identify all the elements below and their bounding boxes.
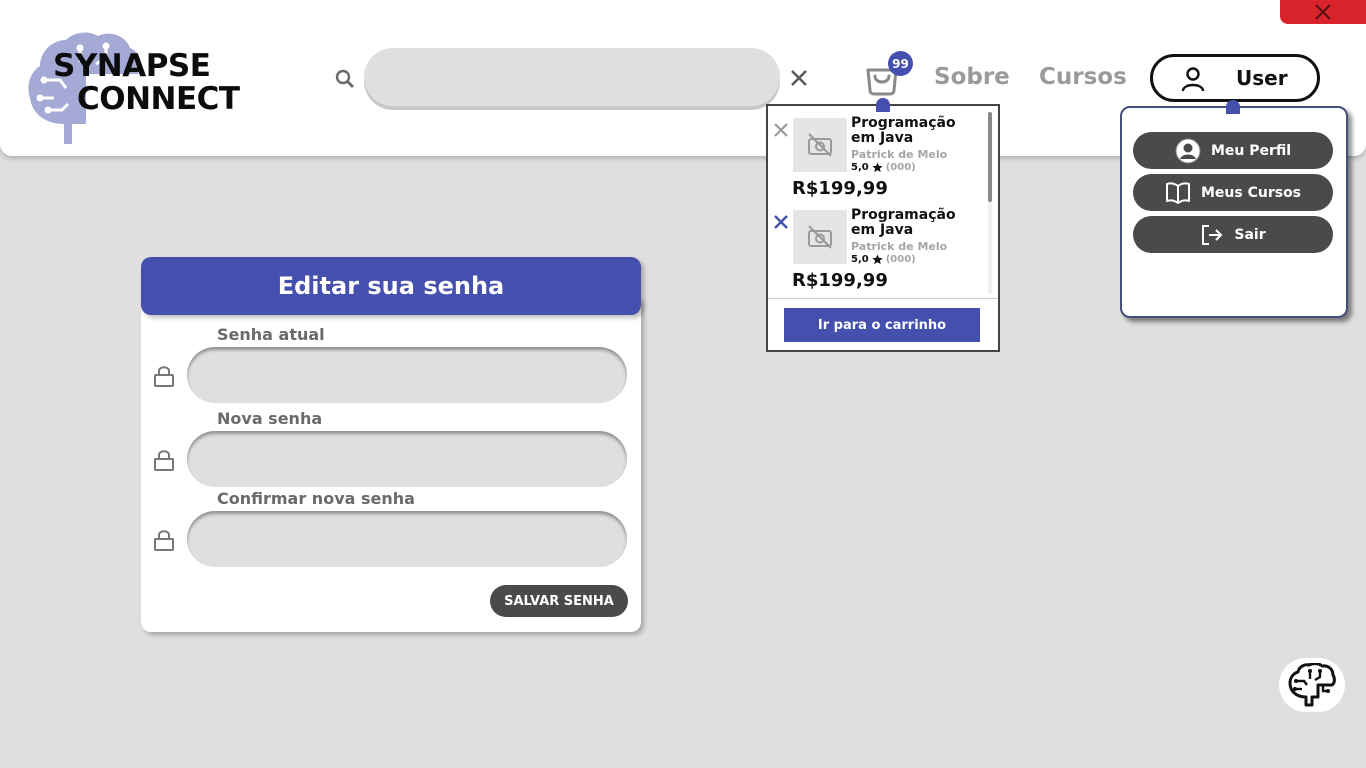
course-thumbnail[interactable]	[793, 118, 847, 172]
confirm-password-label: Confirmar nova senha	[217, 489, 415, 508]
remove-item-icon[interactable]	[773, 214, 789, 230]
brain-icon	[1288, 663, 1336, 707]
search-icon[interactable]	[334, 68, 356, 90]
nav-link-about[interactable]: Sobre	[934, 62, 1010, 92]
course-rating: 5,0 (000)	[851, 162, 916, 173]
assistant-button[interactable]	[1279, 658, 1345, 712]
logo-text-line2: CONNECT	[77, 81, 240, 117]
course-thumbnail[interactable]	[793, 210, 847, 264]
rating-value: 5,0	[851, 254, 869, 265]
my-courses-button[interactable]: Meus Cursos	[1133, 174, 1333, 211]
close-icon	[1315, 4, 1331, 20]
nav-link-courses[interactable]: Cursos	[1039, 62, 1127, 92]
save-password-button[interactable]: SALVAR SENHA	[490, 585, 628, 617]
course-author: Patrick de Melo	[851, 148, 948, 161]
new-password-input[interactable]	[187, 431, 627, 487]
new-password-label: Nova senha	[217, 409, 323, 428]
rating-count: (000)	[885, 162, 916, 173]
lock-icon	[154, 450, 174, 471]
cart-dropdown: Programação em Java Patrick de Melo 5,0 …	[766, 98, 1000, 352]
logout-label: Sair	[1234, 226, 1266, 243]
cart-item: Programação em Java Patrick de Melo 5,0 …	[768, 202, 986, 294]
course-price: R$199,99	[792, 178, 888, 199]
search-clear-icon[interactable]	[788, 67, 810, 89]
star-icon	[872, 162, 883, 173]
user-menu-button[interactable]: User	[1150, 54, 1320, 102]
book-icon	[1165, 181, 1190, 204]
course-price: R$199,99	[792, 270, 888, 291]
current-password-input[interactable]	[187, 347, 627, 403]
avatar-icon	[1175, 138, 1201, 163]
course-author: Patrick de Melo	[851, 240, 948, 253]
search-input[interactable]	[364, 48, 780, 106]
course-rating: 5,0 (000)	[851, 254, 916, 265]
logo-text-line1: SYNAPSE	[53, 48, 211, 84]
cart-item: Programação em Java Patrick de Melo 5,0 …	[768, 110, 986, 202]
cart-scrollbar-thumb[interactable]	[988, 112, 992, 202]
cart-item-list: Programação em Java Patrick de Melo 5,0 …	[768, 110, 986, 298]
my-profile-label: Meu Perfil	[1210, 142, 1292, 159]
rating-count: (000)	[885, 254, 916, 265]
confirm-password-input[interactable]	[187, 511, 627, 567]
remove-item-icon[interactable]	[773, 122, 789, 138]
course-title[interactable]: Programação em Java	[851, 208, 981, 238]
my-profile-button[interactable]: Meu Perfil	[1133, 132, 1333, 169]
current-password-label: Senha atual	[217, 325, 325, 344]
logout-button[interactable]: Sair	[1133, 216, 1333, 253]
user-dropdown: Meu Perfil Meus Cursos Sair	[1120, 100, 1348, 318]
logo[interactable]: SYNAPSE CONNECT	[26, 28, 266, 146]
user-icon	[1181, 67, 1205, 92]
lock-icon	[154, 366, 174, 387]
page-title: Editar sua senha	[277, 272, 505, 300]
cart-count-badge: 99	[888, 51, 913, 76]
user-name: User	[1236, 66, 1288, 90]
no-image-icon	[808, 225, 832, 249]
edit-password-header: Editar sua senha	[141, 257, 641, 315]
rating-value: 5,0	[851, 162, 869, 173]
go-to-cart-button[interactable]: Ir para o carrinho	[784, 308, 980, 342]
logout-icon	[1202, 224, 1223, 245]
my-courses-label: Meus Cursos	[1200, 184, 1302, 201]
star-icon	[872, 254, 883, 265]
divider	[768, 298, 998, 299]
course-title[interactable]: Programação em Java	[851, 116, 981, 146]
lock-icon	[154, 530, 174, 551]
no-image-icon	[808, 133, 832, 157]
window-close-button[interactable]	[1280, 0, 1366, 24]
